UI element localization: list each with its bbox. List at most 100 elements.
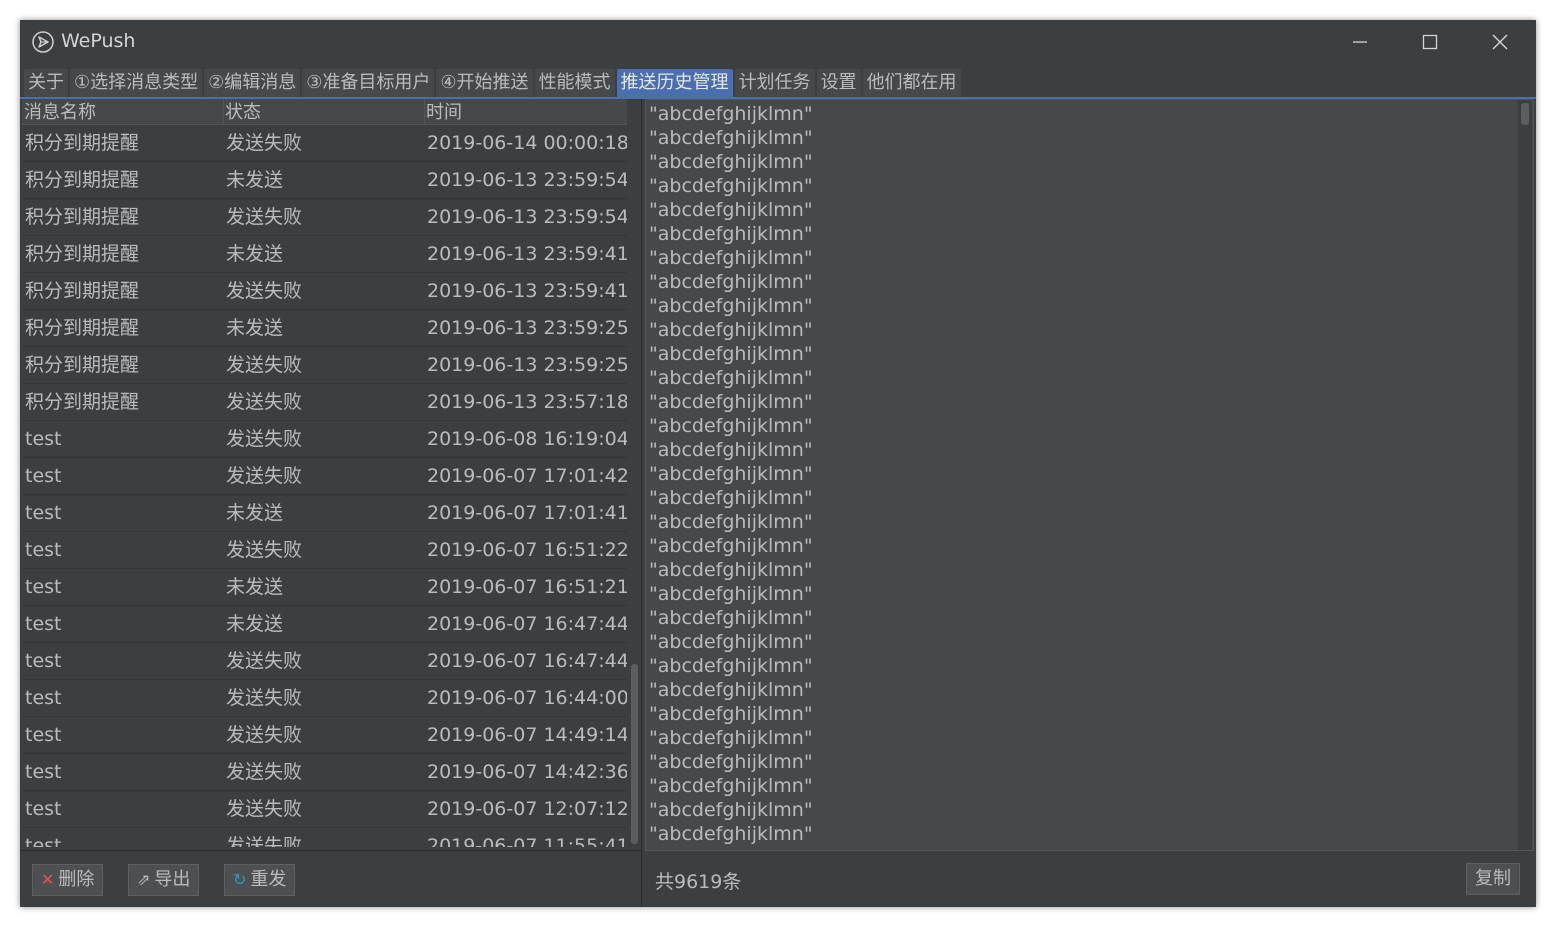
export-button[interactable]: ⇗ 导出: [128, 864, 200, 896]
cell-time: 2019-06-13 23:59:25: [427, 317, 627, 339]
cell-status: 发送失败: [226, 798, 303, 820]
cell-status: 未发送: [226, 502, 284, 524]
history-actions-bar: ✕ 删除 ⇗ 导出 ↻ 重发: [20, 850, 641, 907]
table-row[interactable]: 积分到期提醒 发送失败 2019-06-13 23:59:25: [22, 347, 627, 384]
cell-time: 2019-06-07 16:51:21: [427, 576, 627, 598]
maximize-button[interactable]: [1395, 20, 1465, 64]
tab-prepare-target-users[interactable]: ③准备目标用户: [302, 69, 435, 97]
message-content-text[interactable]: "abcdefghijklmn" "abcdefghijklmn" "abcdefg…: [649, 102, 1509, 846]
table-row[interactable]: 积分到期提醒 发送失败 2019-06-13 23:57:18: [22, 384, 627, 421]
close-icon: [1492, 34, 1508, 50]
table-row[interactable]: test 发送失败 2019-06-07 17:01:42: [22, 458, 627, 495]
close-window-button[interactable]: [1465, 20, 1535, 64]
cell-message-name: test: [25, 465, 62, 487]
cell-status: 发送失败: [226, 761, 303, 783]
cell-status: 未发送: [226, 576, 284, 598]
message-content-area[interactable]: "abcdefghijklmn" "abcdefghijklmn" "abcdefg…: [645, 99, 1534, 851]
table-row[interactable]: test 发送失败 2019-06-07 14:49:14: [22, 717, 627, 754]
content-line: "abcdefghijklmn": [649, 151, 813, 173]
tab-performance-mode[interactable]: 性能模式: [534, 69, 615, 97]
table-row[interactable]: 积分到期提醒 发送失败 2019-06-14 00:00:18: [22, 125, 627, 162]
cell-status: 未发送: [226, 243, 284, 265]
minimize-icon: [1353, 41, 1367, 43]
resend-button[interactable]: ↻ 重发: [224, 864, 296, 896]
table-row[interactable]: test 发送失败 2019-06-07 11:55:41: [22, 828, 627, 847]
table-row[interactable]: 积分到期提醒 未发送 2019-06-13 23:59:41: [22, 236, 627, 273]
table-scrollbar-thumb[interactable]: [631, 664, 638, 844]
table-row[interactable]: 积分到期提醒 未发送 2019-06-13 23:59:54: [22, 162, 627, 199]
cell-time: 2019-06-07 17:01:42: [427, 465, 627, 487]
cell-status: 未发送: [226, 169, 284, 191]
content-line: "abcdefghijklmn": [649, 727, 813, 749]
cell-message-name: test: [25, 613, 62, 635]
content-line: "abcdefghijklmn": [649, 487, 813, 509]
table-scrollbar[interactable]: [629, 99, 641, 848]
tab-select-message-type[interactable]: ①选择消息类型: [70, 69, 203, 97]
cell-status: 发送失败: [226, 687, 303, 709]
cell-status: 发送失败: [226, 835, 303, 847]
column-header-message-name[interactable]: 消息名称: [22, 99, 224, 124]
cell-time: 2019-06-07 17:01:41: [427, 502, 627, 524]
cell-message-name: test: [25, 650, 62, 672]
table-row[interactable]: test 未发送 2019-06-07 17:01:41: [22, 495, 627, 532]
cell-status: 发送失败: [226, 428, 303, 450]
cell-message-name: test: [25, 724, 62, 746]
cell-message-name: test: [25, 502, 62, 524]
close-icon: ✕: [41, 870, 55, 889]
tab-start-push[interactable]: ④开始推送: [436, 69, 533, 97]
cell-message-name: test: [25, 761, 62, 783]
tab-who-uses-it[interactable]: 他们都在用: [862, 69, 961, 97]
table-row[interactable]: test 发送失败 2019-06-07 14:42:36: [22, 754, 627, 791]
table-row[interactable]: 积分到期提醒 未发送 2019-06-13 23:59:25: [22, 310, 627, 347]
cell-time: 2019-06-13 23:57:18: [427, 391, 627, 413]
content-line: "abcdefghijklmn": [649, 223, 813, 245]
cell-status: 发送失败: [226, 539, 303, 561]
minimize-button[interactable]: [1325, 20, 1395, 64]
content-line: "abcdefghijklmn": [649, 127, 813, 149]
app-logo-icon: [32, 31, 54, 53]
delete-button[interactable]: ✕ 删除: [32, 864, 104, 896]
maximize-icon: [1422, 34, 1438, 50]
cell-time: 2019-06-07 16:44:00: [427, 687, 627, 709]
tab-scheduled-tasks[interactable]: 计划任务: [734, 69, 815, 97]
cell-message-name: 积分到期提醒: [25, 132, 140, 154]
content-line: "abcdefghijklmn": [649, 199, 813, 221]
table-row[interactable]: 积分到期提醒 发送失败 2019-06-13 23:59:41: [22, 273, 627, 310]
content-scrollbar[interactable]: [1518, 100, 1532, 850]
cell-time: 2019-06-07 16:47:44: [427, 650, 627, 672]
content-line: "abcdefghijklmn": [649, 751, 813, 773]
cell-message-name: 积分到期提醒: [25, 391, 140, 413]
table-row[interactable]: test 发送失败 2019-06-08 16:19:04: [22, 421, 627, 458]
content-line: "abcdefghijklmn": [649, 511, 813, 533]
table-row[interactable]: test 未发送 2019-06-07 16:51:21: [22, 569, 627, 606]
table-row[interactable]: test 发送失败 2019-06-07 12:07:12: [22, 791, 627, 828]
cell-message-name: test: [25, 428, 62, 450]
content-line: "abcdefghijklmn": [649, 703, 813, 725]
table-row[interactable]: 积分到期提醒 发送失败 2019-06-13 23:59:54: [22, 199, 627, 236]
table-row[interactable]: test 未发送 2019-06-07 16:47:44: [22, 606, 627, 643]
column-header-time[interactable]: 时间: [424, 99, 626, 124]
cell-time: 2019-06-13 23:59:25: [427, 354, 627, 376]
content-scrollbar-thumb[interactable]: [1521, 103, 1529, 125]
tab-about[interactable]: 关于: [24, 69, 68, 97]
cell-status: 发送失败: [226, 280, 303, 302]
content-line: "abcdefghijklmn": [649, 631, 813, 653]
tab-edit-message[interactable]: ②编辑消息: [204, 69, 301, 97]
table-row[interactable]: test 发送失败 2019-06-07 16:47:44: [22, 643, 627, 680]
content-line: "abcdefghijklmn": [649, 439, 813, 461]
copy-button[interactable]: 复制: [1466, 863, 1520, 895]
tab-settings[interactable]: 设置: [816, 69, 861, 97]
cell-message-name: 积分到期提醒: [25, 206, 140, 228]
column-header-status[interactable]: 状态: [223, 99, 425, 124]
cell-status: 发送失败: [226, 391, 303, 413]
cell-status: 发送失败: [226, 354, 303, 376]
cell-message-name: 积分到期提醒: [25, 169, 140, 191]
content-footer: 共9619条 复制: [645, 850, 1536, 907]
table-row[interactable]: test 发送失败 2019-06-07 16:44:00: [22, 680, 627, 717]
content-line: "abcdefghijklmn": [649, 655, 813, 677]
cell-time: 2019-06-07 16:47:44: [427, 613, 627, 635]
content-line: "abcdefghijklmn": [649, 559, 813, 581]
table-row[interactable]: test 发送失败 2019-06-07 16:51:22: [22, 532, 627, 569]
cell-status: 发送失败: [226, 650, 303, 672]
tab-push-history[interactable]: 推送历史管理: [616, 69, 733, 97]
